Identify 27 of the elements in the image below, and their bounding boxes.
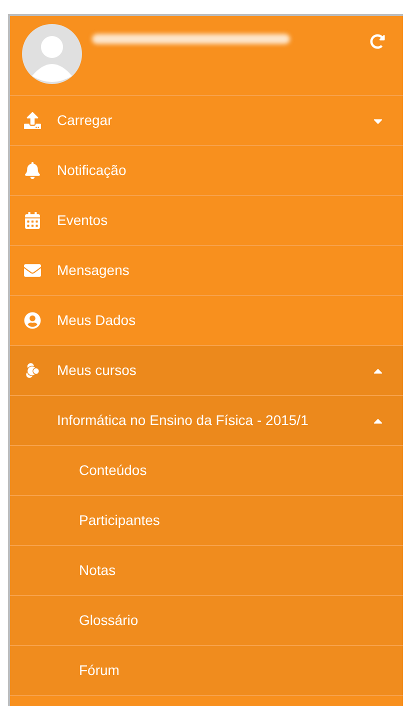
menu-label: Glossário (79, 611, 140, 630)
envelope-icon (24, 262, 41, 279)
user-icon (24, 312, 41, 329)
molecule-icon (24, 362, 41, 379)
calendar-icon (24, 212, 41, 229)
menu-label: Notificação (57, 161, 128, 180)
menu-label: Conteúdos (79, 461, 148, 480)
menu-label: Eventos (57, 211, 109, 230)
menu-label: Participantes (79, 511, 161, 530)
menu-item[interactable]: Fórum (10, 646, 403, 696)
refresh-icon[interactable] (370, 34, 385, 49)
menu-label: Carregar (57, 111, 114, 130)
menu-item[interactable]: Informática no Ensino da Física - 2015/1 (10, 396, 403, 446)
menu-item[interactable]: Glossário (10, 596, 403, 646)
menu-item[interactable]: Notas (10, 546, 403, 596)
menu-item[interactable]: Conteúdos (10, 446, 403, 496)
bell-icon (24, 162, 41, 179)
avatar-icon (22, 24, 82, 84)
menu-label: Notas (79, 561, 117, 580)
menu-item[interactable]: Meus cursos (10, 346, 403, 396)
menu-label: Meus Dados (57, 311, 137, 330)
menu-label: Fórum (79, 661, 120, 680)
menu-label: Informática no Ensino da Física - 2015/1 (57, 411, 310, 430)
upload-icon (24, 112, 41, 129)
menu-label: Meus cursos (57, 361, 138, 380)
menu-item[interactable]: Participantes (10, 496, 403, 546)
menu-label: Mensagens (57, 261, 130, 280)
